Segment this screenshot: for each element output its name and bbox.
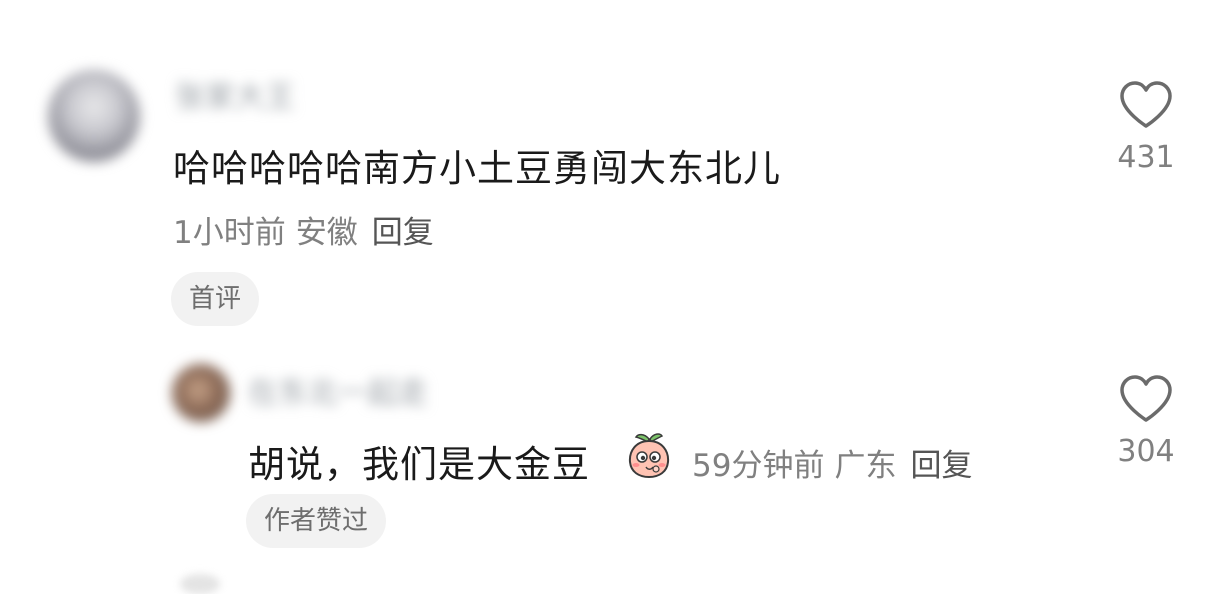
like-button[interactable]: 431 <box>1116 80 1176 175</box>
avatar[interactable] <box>48 70 140 162</box>
avatar[interactable] <box>172 364 230 422</box>
author-liked-badge: 作者赞过 <box>246 494 387 548</box>
username[interactable]: 张家大王 <box>175 72 295 116</box>
like-count: 304 <box>1117 434 1175 469</box>
comment-text: 哈哈哈哈哈南方小土豆勇闯大东北儿 <box>173 147 781 190</box>
comment-location: 安徽 <box>295 215 358 251</box>
comment-meta: 1小时前 安徽 回复 <box>173 207 434 252</box>
like-button[interactable]: 304 <box>1116 374 1176 469</box>
heart-icon[interactable] <box>1118 80 1174 130</box>
comment-time: 1小时前 <box>173 215 286 251</box>
first-comment-badge: 首评 <box>171 272 260 326</box>
username[interactable]: 在东北一起走 <box>248 368 428 412</box>
next-comment-avatar <box>180 574 220 594</box>
comment-meta: 59分钟前 广东 回复 <box>692 440 972 485</box>
like-count: 431 <box>1117 140 1175 175</box>
reply-button[interactable]: 回复 <box>372 215 434 251</box>
reply-button[interactable]: 回复 <box>910 448 972 484</box>
comment-location: 广东 <box>834 448 897 484</box>
comment-text: 胡说，我们是大金豆 <box>248 443 590 486</box>
heart-icon[interactable] <box>1118 374 1174 424</box>
comment-time: 59分钟前 <box>692 448 825 484</box>
peach-face-sticker-icon <box>628 433 670 479</box>
